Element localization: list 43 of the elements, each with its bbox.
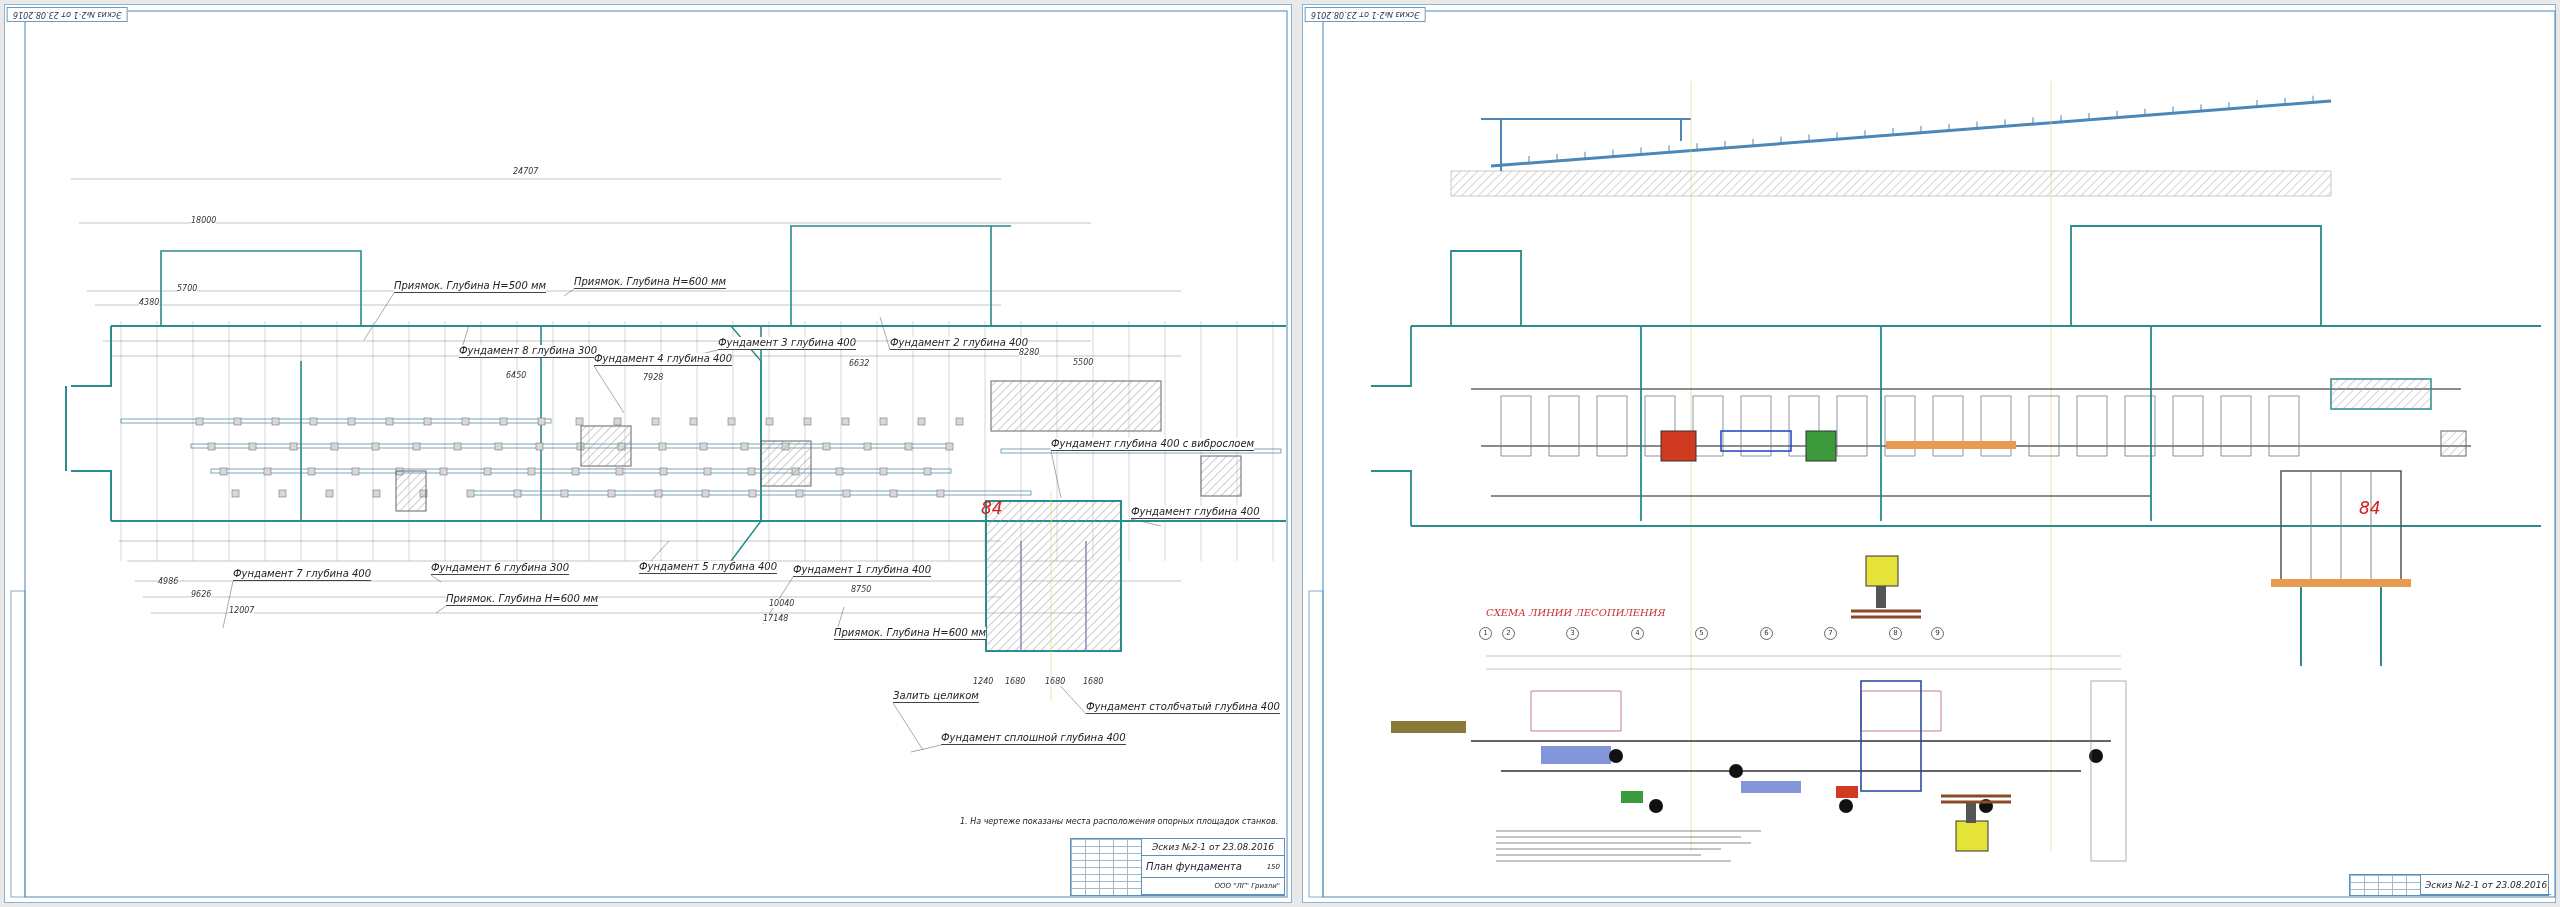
callout-label: Фундамент глубина 400 [1131,506,1260,519]
dimension-label: 5500 [1073,358,1094,367]
callout-label: Фундамент 3 глубина 400 [718,337,857,350]
dimension-label: 6632 [849,359,870,368]
dimension-label: 9626 [191,590,212,599]
callout-label: Приямок. Глубина Н=600 мм [446,593,599,606]
callout-label: Приямок. Глубина Н=600 мм [834,627,987,640]
callout-label: Фундамент 5 глубина 400 [639,561,778,574]
callout-label: Фундамент 6 глубина 300 [431,562,570,575]
dimension-label: 1240 [973,677,994,686]
schema-title: СХЕМА ЛИНИИ ЛЕСОПИЛЕНИЯ [1486,607,1666,618]
title-block-title: Эскиз №2-1 от 23.08.2016 [1151,841,1275,852]
dimension-label: 1680 [1045,677,1066,686]
dimension-label: 7928 [643,373,664,382]
callout-label: Приямок. Глубина Н=600 мм [574,276,727,289]
dimension-label: 8750 [851,585,872,594]
dimension-label: 24707 [513,167,539,176]
drawing-name: План фундамента [1146,861,1242,872]
callout-label: Приямок. Глубина Н=500 мм [394,280,547,293]
drawing-note: 1. На чертеже показаны места расположения опорных площадок станков. [960,817,1279,826]
sheet-stamp: Эскиз №2-1 от 23.08.2016 [1305,7,1426,22]
dimension-label: 5700 [177,284,198,293]
title-block-grid [2350,875,2421,895]
dimension-label: 10040 [769,599,795,608]
callout-label: Фундамент столбчатый глубина 400 [1086,701,1280,714]
sheet-stamp: Эскиз №2-1 от 23.08.2016 [7,7,128,22]
callout-label: Залить целиком [893,690,979,703]
dimension-label: 17148 [763,614,789,623]
dimension-label: 6450 [506,371,527,380]
title-block-grid [1071,839,1142,895]
dimension-label: 1680 [1083,677,1104,686]
dimension-label: 18000 [191,216,217,225]
dimension-label: 4986 [158,577,179,586]
area-marker: 84 [2359,499,2381,517]
callout-label: Фундамент 7 глубина 400 [233,568,372,581]
dimension-label: 12007 [229,606,255,615]
dimension-label: 4380 [139,298,160,307]
dimension-label: 8280 [1019,348,1040,357]
title-block-title: Эскиз №2-1 от 23.08.2016 [2425,879,2548,890]
dimension-label: 1680 [1005,677,1026,686]
callout-label: Фундамент глубина 400 с виброслоем [1051,438,1255,451]
callout-label: Фундамент сплошной глубина 400 [941,732,1126,745]
callout-label: Фундамент 1 глубина 400 [793,564,932,577]
